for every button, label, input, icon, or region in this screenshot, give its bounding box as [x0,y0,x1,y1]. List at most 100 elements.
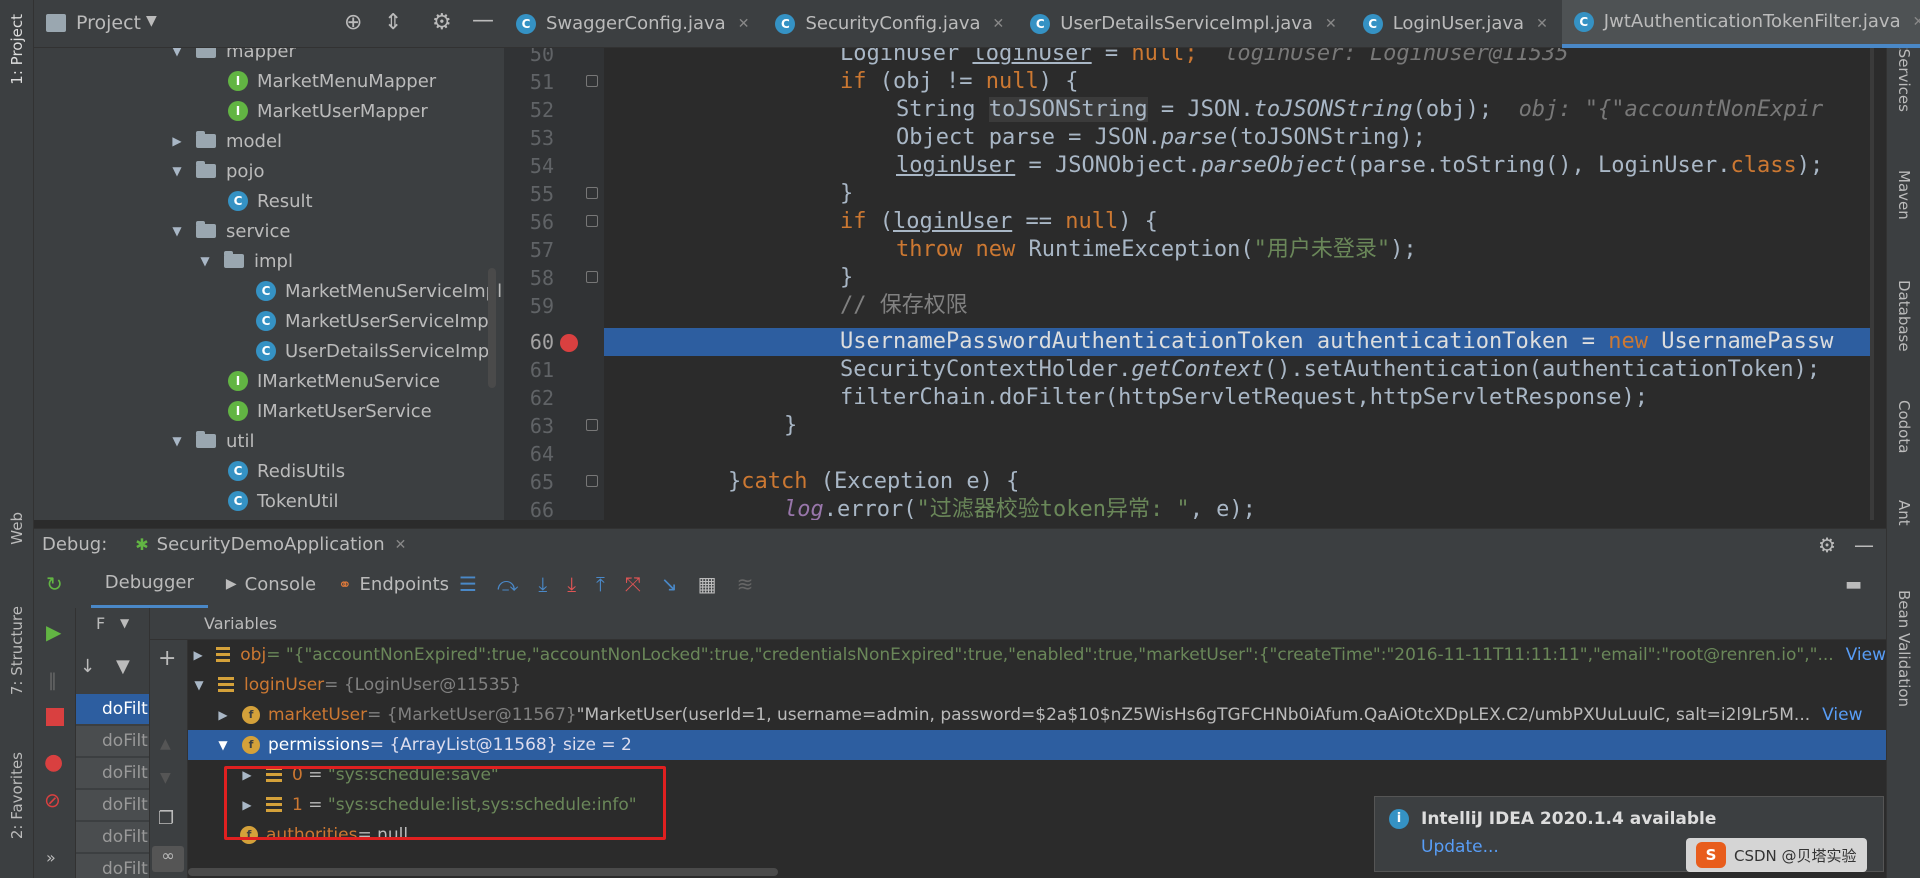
frame-item[interactable]: doFilt [76,694,149,724]
tab-console[interactable]: Console [245,574,316,595]
view-breakpoints-icon[interactable]: ● [44,750,63,775]
tree-item[interactable]: ▼ pojo [170,156,264,186]
filter-icon[interactable]: ▼ [116,656,130,677]
collapse-icon[interactable]: ▼ [198,254,212,268]
move-up-icon[interactable]: ▲ [160,736,171,752]
minimize-icon[interactable]: — [472,8,494,33]
fold-marker-icon[interactable] [586,271,598,283]
tree-scrollbar[interactable] [488,268,496,388]
close-icon[interactable]: ✕ [1536,16,1548,32]
copy-icon[interactable]: ❐ [158,808,174,829]
expand-icon[interactable]: ▶ [216,708,230,722]
move-down-icon[interactable]: ▼ [160,770,171,786]
minimize-icon[interactable]: — [1854,533,1874,557]
horizontal-scrollbar[interactable] [188,868,778,876]
gear-icon[interactable]: ⚙ [1818,533,1836,557]
tree-item[interactable]: ▼ mapper [170,48,296,66]
view-link[interactable]: View [1822,705,1862,725]
chevron-down-icon[interactable]: ▼ [120,616,129,630]
resume-icon[interactable]: ▶ [46,620,61,644]
frame-item[interactable]: doFilt [76,854,149,878]
close-icon[interactable]: ✕ [738,16,750,32]
favorites-tool-tab[interactable]: 2: Favorites [8,752,26,839]
tree-item[interactable]: I MarketMenuMapper [228,66,436,96]
step-out-icon[interactable]: ⤒ [596,572,605,596]
frames-menu-icon[interactable]: ☰ [459,572,477,596]
frame-item[interactable]: doFilt [76,790,149,820]
evaluate-icon[interactable]: ▦ [698,572,717,596]
collapse-all-icon[interactable]: ⇕ [384,10,402,35]
fold-marker-icon[interactable] [586,419,598,431]
editor-tab[interactable]: C UserDetailsServiceImpl.java ✕ [1018,0,1350,48]
database-tool-tab[interactable]: Database [1895,280,1913,352]
collapse-icon[interactable]: ▼ [170,48,184,58]
fold-marker-icon[interactable] [586,215,598,227]
arrow-down-icon[interactable]: ↓ [80,656,95,677]
pause-icon[interactable]: ‖ [48,670,57,691]
view-link[interactable]: View [1846,645,1886,665]
editor-tab[interactable]: C SecurityConfig.java ✕ [763,0,1018,48]
drop-frame-icon[interactable]: ⤧ [625,572,641,596]
tree-item[interactable]: I MarketUserMapper [228,96,428,126]
collapse-icon[interactable]: ▼ [192,678,206,692]
breakpoint-icon[interactable] [560,334,578,352]
project-tool-tab[interactable]: 1: Project [8,14,26,85]
tree-item[interactable]: I IMarketMenuService [228,366,440,396]
locate-icon[interactable]: ⊕ [344,10,362,35]
structure-tool-tab[interactable]: 7: Structure [8,606,26,695]
close-icon[interactable]: ✕ [1325,16,1337,32]
tree-item[interactable]: C MarketMenuServiceImpl [256,276,502,306]
trace-icon[interactable]: ≋ [737,572,754,596]
frame-item[interactable]: doFilt [76,758,149,788]
close-icon[interactable]: ✕ [395,537,407,553]
close-icon[interactable]: ✕ [1913,14,1920,30]
gear-icon[interactable]: ⚙ [432,10,452,35]
watches-toggle-icon[interactable]: ∞ [152,846,184,872]
project-title[interactable]: Project [76,12,141,34]
tree-item[interactable]: C Result [228,186,313,216]
update-link[interactable]: Update... [1421,837,1499,857]
codota-tool-tab[interactable]: Codota [1895,400,1913,453]
run-to-cursor-icon[interactable]: ↘ [661,572,678,596]
tree-item[interactable]: C MarketUserServiceImpl [256,306,494,336]
tree-item[interactable]: I IMarketUserService [228,396,432,426]
variable-row-marketuser[interactable]: ▶ f marketUser = {MarketUser@11567} "Mar… [188,700,1886,730]
mute-breakpoints-icon[interactable]: ⊘ [44,788,61,812]
chevron-down-icon[interactable]: ▼ [146,13,157,29]
collapse-icon[interactable]: ▼ [216,738,230,752]
tab-debugger[interactable]: Debugger [90,560,208,608]
add-watch-icon[interactable]: + [158,646,176,671]
editor-tab[interactable]: C SwaggerConfig.java ✕ [504,0,763,48]
web-tool-tab[interactable]: Web [8,512,26,545]
fold-marker-icon[interactable] [586,187,598,199]
variable-row-obj[interactable]: ▶ obj = "{"accountNonExpired":true,"acco… [188,640,1887,670]
tree-item[interactable]: ▼ impl [198,246,293,276]
variable-row-permissions[interactable]: ▼ f permissions = {ArrayList@11568} size… [188,730,1886,760]
maven-tool-tab[interactable]: Maven [1895,170,1913,220]
close-icon[interactable]: ✕ [993,16,1005,32]
collapse-icon[interactable]: ▼ [170,164,184,178]
tree-item[interactable]: C UserDetailsServiceImpl [256,336,494,366]
frame-item[interactable]: doFilt [76,726,149,756]
rerun-icon[interactable]: ↻ [46,572,63,596]
code-editor[interactable]: LoginUser loginUser = null; loginUser: L… [604,48,1874,520]
collapse-icon[interactable]: ▼ [170,434,184,448]
step-over-icon[interactable]: ⤼ [497,572,518,596]
tree-item[interactable]: C TokenUtil [228,486,338,516]
tab-endpoints[interactable]: Endpoints [360,574,450,595]
bean-validation-tool-tab[interactable]: Bean Validation [1895,590,1913,707]
stop-icon[interactable] [46,708,64,726]
tree-item[interactable]: ▼ service [170,216,290,246]
ant-tool-tab[interactable]: Ant [1895,500,1913,526]
force-step-into-icon[interactable]: ⤓ [567,572,576,596]
frame-item[interactable]: doFilt [76,822,149,852]
fold-marker-icon[interactable] [586,475,598,487]
debug-config-tab[interactable]: SecurityDemoApplication [157,534,385,555]
tree-item[interactable]: C RedisUtils [228,456,345,486]
editor-tab[interactable]: C LoginUser.java ✕ [1351,0,1562,48]
fold-marker-icon[interactable] [586,75,598,87]
expand-icon[interactable]: ▶ [192,648,204,662]
layout-icon[interactable]: ▬ [1845,574,1862,595]
step-into-icon[interactable]: ⤓ [538,572,547,596]
editor-tab[interactable]: C JwtAuthenticationTokenFilter.java ✕ [1561,0,1920,48]
